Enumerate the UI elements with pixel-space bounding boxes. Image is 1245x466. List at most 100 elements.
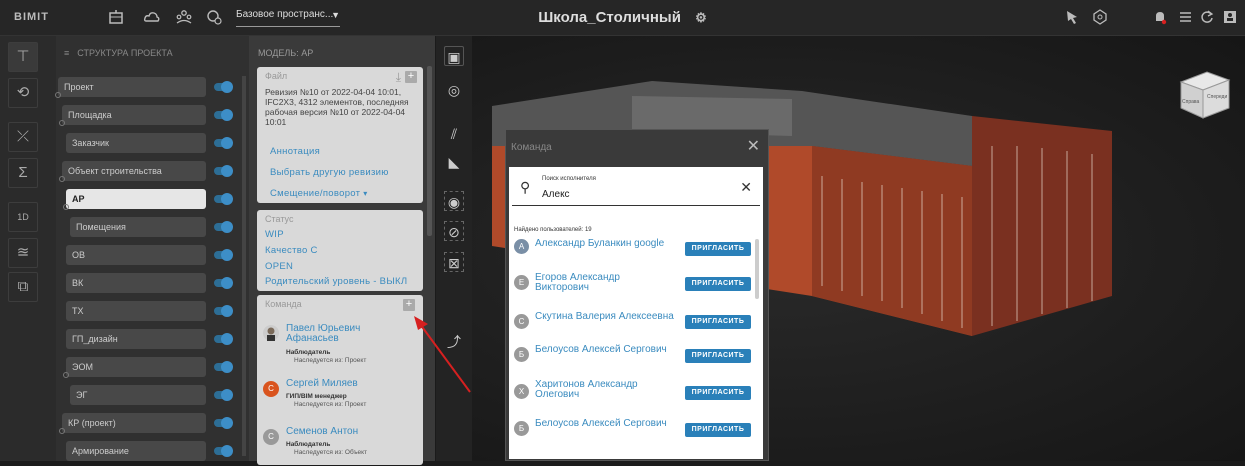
tree-item[interactable]: ОВ: [66, 245, 206, 265]
member-role: ГИП/BIM менеджер: [286, 393, 347, 400]
view-cube-front-label: Спереди: [1207, 94, 1228, 100]
download-icon[interactable]: ⤓: [396, 70, 401, 85]
choose-revision-link[interactable]: Выбрать другую ревизию: [270, 167, 389, 178]
tree-item-selected[interactable]: АР: [66, 189, 206, 209]
visibility-toggle[interactable]: [214, 333, 233, 345]
user-avatar: А: [514, 239, 529, 254]
model-scrollbar[interactable]: [427, 66, 432, 236]
rotate-icon[interactable]: [1090, 8, 1110, 28]
status-card-title: Статус: [265, 214, 294, 224]
layers-icon[interactable]: ≊: [8, 238, 38, 268]
status-value[interactable]: Родительский уровень - ВЫКЛ: [265, 276, 407, 287]
puzzle-icon[interactable]: ⧉: [8, 272, 38, 302]
structure-tree-icon[interactable]: ⊤: [8, 42, 38, 72]
member-inherit: Наследуется из: Проект: [294, 357, 367, 364]
user-icon[interactable]: [1220, 8, 1240, 28]
clear-search-icon[interactable]: ✕: [740, 179, 752, 196]
refresh-icon[interactable]: [1197, 8, 1217, 28]
add-icon[interactable]: +: [405, 71, 417, 83]
plane-icon[interactable]: ◣: [444, 152, 464, 172]
member-name[interactable]: Сергей Миляев: [286, 379, 358, 389]
visibility-toggle[interactable]: [214, 221, 233, 233]
tree-item[interactable]: Армирование: [66, 441, 206, 461]
project-title: Школа_Столичный: [538, 9, 681, 26]
invite-button[interactable]: ПРИГЛАСИТЬ: [685, 242, 751, 256]
offset-link[interactable]: Смещение/поворот ▾: [270, 188, 368, 199]
annotation-arrow: [414, 316, 471, 393]
tree-item-label: ВК: [72, 278, 84, 288]
expand-icon[interactable]: [59, 176, 65, 182]
status-value[interactable]: Качество С: [265, 245, 318, 256]
member-name[interactable]: Семенов Антон: [286, 427, 358, 437]
tree-item[interactable]: КР (проект): [62, 413, 206, 433]
isolate-icon[interactable]: ⊠: [444, 252, 464, 272]
dialog-scrollbar[interactable]: [755, 239, 759, 299]
visibility-toggle[interactable]: [214, 445, 233, 457]
visibility-toggle[interactable]: [214, 305, 233, 317]
search-field[interactable]: ⚲ Поиск исполнителя Алекс ✕: [512, 167, 760, 206]
offset-link-label: Смещение/поворот: [270, 188, 361, 199]
view-cube[interactable]: Справа Спереди: [1173, 66, 1233, 126]
expand-icon[interactable]: [59, 428, 65, 434]
user-avatar: Х: [514, 384, 529, 399]
tree-item[interactable]: Площадка: [62, 105, 206, 125]
tree-item[interactable]: ЭОМ: [66, 357, 206, 377]
expand-icon[interactable]: [63, 204, 69, 210]
tree-item-label: ЭОМ: [72, 362, 93, 372]
target-icon[interactable]: ◎: [444, 80, 464, 100]
invite-button[interactable]: ПРИГЛАСИТЬ: [685, 423, 751, 437]
expand-icon[interactable]: [59, 120, 65, 126]
tree-item-label: КР (проект): [68, 418, 116, 428]
annotation-link[interactable]: Аннотация: [270, 146, 320, 157]
tree-item[interactable]: Помещения: [70, 217, 206, 237]
user-name: Скутина Валерия Алексеевна: [535, 311, 674, 322]
structure-scrollbar[interactable]: [242, 76, 246, 456]
eye-icon[interactable]: ◉: [444, 191, 464, 211]
tree-item[interactable]: ВК: [66, 273, 206, 293]
merge-icon[interactable]: ⤫: [8, 122, 38, 152]
status-value[interactable]: OPEN: [265, 261, 293, 272]
search-input[interactable]: Алекс: [542, 189, 570, 200]
rotate-3d-icon[interactable]: ⟲: [8, 78, 38, 108]
tree-item[interactable]: ЭГ: [70, 385, 206, 405]
visibility-toggle[interactable]: [214, 277, 233, 289]
visibility-toggle[interactable]: [214, 361, 233, 373]
sum-icon[interactable]: Σ: [8, 158, 38, 188]
visibility-toggle[interactable]: [214, 417, 233, 429]
bell-icon[interactable]: [1150, 8, 1170, 28]
list-icon[interactable]: [1175, 8, 1195, 28]
tree-item-label: Площадка: [68, 110, 112, 120]
user-avatar: Е: [514, 275, 529, 290]
expand-icon[interactable]: [55, 92, 61, 98]
visibility-toggle[interactable]: [214, 193, 233, 205]
tree-item[interactable]: Объект строительства: [62, 161, 206, 181]
close-icon[interactable]: ✕: [747, 136, 760, 156]
visibility-toggle[interactable]: [214, 165, 233, 177]
user-name: Егоров Александр Викторович: [535, 272, 620, 293]
tree-item[interactable]: ТХ: [66, 301, 206, 321]
invite-button[interactable]: ПРИГЛАСИТЬ: [685, 386, 751, 400]
visibility-toggle[interactable]: [214, 81, 233, 93]
tree-item-label: Заказчик: [72, 138, 109, 148]
status-value[interactable]: WIP: [265, 229, 284, 240]
expand-icon[interactable]: [63, 372, 69, 378]
member-name[interactable]: Павел Юрьевич Афанасьев: [286, 324, 396, 344]
section-icon[interactable]: ⫽: [444, 124, 464, 144]
invite-button[interactable]: ПРИГЛАСИТЬ: [685, 315, 751, 329]
visibility-toggle[interactable]: [214, 137, 233, 149]
tree-item[interactable]: ГП_дизайн: [66, 329, 206, 349]
frame-icon[interactable]: ▣: [444, 46, 464, 66]
eye-off-icon[interactable]: ⊘: [444, 221, 464, 241]
visibility-toggle[interactable]: [214, 389, 233, 401]
invite-button[interactable]: ПРИГЛАСИТЬ: [685, 277, 751, 291]
tree-item-label: ЭГ: [76, 390, 88, 400]
tree-item[interactable]: Заказчик: [66, 133, 206, 153]
invite-button[interactable]: ПРИГЛАСИТЬ: [685, 349, 751, 363]
tree-item[interactable]: Проект: [58, 77, 206, 97]
user-avatar: С: [514, 314, 529, 329]
visibility-toggle[interactable]: [214, 249, 233, 261]
project-settings-icon[interactable]: ⚙: [695, 10, 707, 26]
visibility-toggle[interactable]: [214, 109, 233, 121]
cursor-icon[interactable]: [1062, 8, 1082, 28]
cube-2d-icon[interactable]: 1D: [8, 202, 38, 232]
